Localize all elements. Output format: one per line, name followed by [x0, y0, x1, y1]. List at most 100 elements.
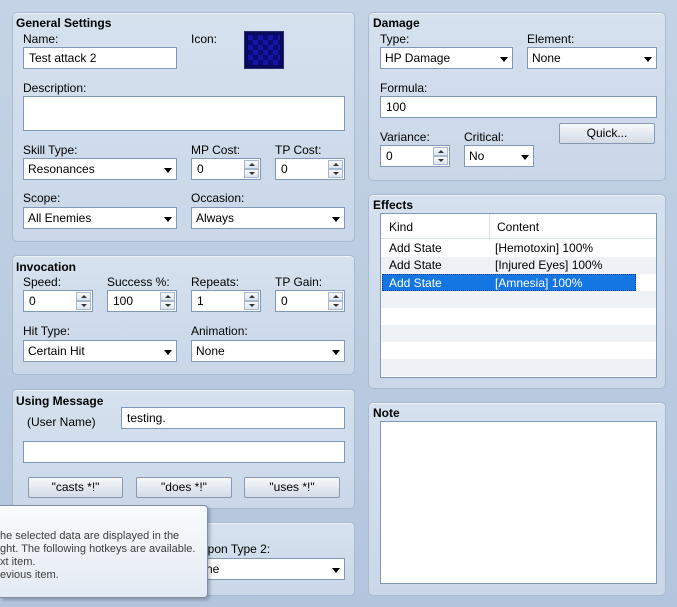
skill-icon-image: [248, 35, 280, 65]
mp-cost-label: MP Cost:: [191, 143, 241, 157]
speed-label: Speed:: [23, 275, 62, 289]
empty-row[interactable]: [381, 359, 656, 376]
chevron-down-icon: [164, 168, 172, 173]
chevron-down-icon: [332, 350, 340, 355]
element-label: Element:: [527, 32, 575, 46]
description-label: Description:: [23, 81, 87, 95]
success-value: 100: [113, 294, 134, 308]
description-input[interactable]: [23, 96, 345, 131]
casts-button[interactable]: "casts *!": [28, 477, 123, 498]
spin-up-icon[interactable]: [433, 147, 448, 156]
column-header-content[interactable]: Content: [497, 220, 539, 234]
effect-kind: Add State: [389, 276, 442, 290]
effect-content: [Hemotoxin] 100%: [495, 241, 594, 255]
mp-cost-stepper[interactable]: 0: [191, 158, 261, 180]
spin-up-icon[interactable]: [328, 292, 343, 301]
tp-cost-label: TP Cost:: [275, 143, 322, 157]
scope-select[interactable]: All Enemies: [23, 207, 177, 229]
message-line2-input[interactable]: [23, 441, 345, 463]
empty-row[interactable]: [381, 308, 656, 325]
tooltip-line: ght. The following hotkeys are available…: [0, 543, 196, 555]
effects-title: Effects: [373, 198, 414, 212]
variance-label: Variance:: [380, 130, 430, 144]
effects-list[interactable]: Kind Content Add State [Hemotoxin] 100% …: [380, 213, 657, 378]
spin-up-icon[interactable]: [76, 292, 91, 301]
weapon-type2-select[interactable]: ne: [191, 558, 345, 580]
note-title: Note: [373, 406, 400, 420]
effect-kind: Add State: [389, 241, 442, 255]
general-settings-title: General Settings: [16, 16, 112, 30]
occasion-label: Occasion:: [191, 191, 245, 205]
chevron-down-icon: [500, 57, 508, 62]
damage-title: Damage: [373, 16, 420, 30]
speed-value: 0: [29, 294, 36, 308]
user-name-label: (User Name): [27, 415, 96, 429]
scope-value: All Enemies: [28, 211, 92, 225]
critical-select[interactable]: No: [464, 145, 534, 167]
animation-value: None: [196, 344, 225, 358]
repeats-value: 1: [197, 294, 204, 308]
damage-type-select[interactable]: HP Damage: [380, 47, 513, 69]
effect-content: [Injured Eyes] 100%: [495, 258, 603, 272]
skill-type-select[interactable]: Resonances: [23, 158, 177, 180]
skill-type-label: Skill Type:: [23, 143, 78, 157]
effect-kind: Add State: [389, 258, 442, 272]
tooltip-line: he selected data are displayed in the: [0, 530, 180, 542]
spin-down-icon[interactable]: [328, 301, 343, 310]
skill-icon[interactable]: [244, 31, 284, 69]
tooltip-line: evious item.: [0, 569, 59, 581]
formula-input[interactable]: 100: [380, 96, 657, 118]
spin-up-icon[interactable]: [328, 160, 343, 169]
mp-cost-value: 0: [197, 162, 204, 176]
variance-value: 0: [386, 149, 393, 163]
spin-down-icon[interactable]: [160, 301, 175, 310]
success-stepper[interactable]: 100: [107, 290, 177, 312]
weapon-type2-label: apon Type 2:: [201, 542, 271, 556]
message-line1-input[interactable]: testing.: [121, 407, 345, 429]
spin-up-icon[interactable]: [244, 292, 259, 301]
empty-row[interactable]: [381, 325, 656, 342]
spin-down-icon[interactable]: [433, 156, 448, 165]
damage-type-value: HP Damage: [385, 51, 451, 65]
does-button[interactable]: "does *!": [136, 477, 232, 498]
variance-stepper[interactable]: 0: [380, 145, 450, 167]
spin-down-icon[interactable]: [76, 301, 91, 310]
effects-list-header: Kind Content: [381, 214, 656, 239]
tp-gain-value: 0: [281, 294, 288, 308]
spin-down-icon[interactable]: [328, 169, 343, 178]
scope-label: Scope:: [23, 191, 61, 205]
table-row[interactable]: Add State [Injured Eyes] 100%: [381, 257, 656, 274]
spin-up-icon[interactable]: [160, 292, 175, 301]
speed-stepper[interactable]: 0: [23, 290, 93, 312]
column-header-kind[interactable]: Kind: [389, 220, 413, 234]
element-select[interactable]: None: [527, 47, 657, 69]
hit-type-select[interactable]: Certain Hit: [23, 340, 177, 362]
tp-gain-label: TP Gain:: [275, 275, 323, 289]
quick-button[interactable]: Quick...: [559, 123, 655, 144]
spin-down-icon[interactable]: [244, 301, 259, 310]
tp-gain-stepper[interactable]: 0: [275, 290, 345, 312]
name-input[interactable]: Test attack 2: [23, 47, 177, 69]
repeats-label: Repeats:: [191, 275, 240, 289]
occasion-select[interactable]: Always: [191, 207, 345, 229]
animation-label: Animation:: [191, 324, 248, 338]
tp-cost-stepper[interactable]: 0: [275, 158, 345, 180]
empty-row[interactable]: [381, 291, 656, 308]
uses-button[interactable]: "uses *!": [244, 477, 340, 498]
repeats-stepper[interactable]: 1: [191, 290, 261, 312]
column-divider: [489, 214, 490, 239]
critical-label: Critical:: [464, 130, 505, 144]
hit-type-value: Certain Hit: [28, 344, 85, 358]
element-value: None: [532, 51, 561, 65]
animation-select[interactable]: None: [191, 340, 345, 362]
note-textarea[interactable]: [380, 421, 657, 584]
invocation-title: Invocation: [16, 260, 77, 274]
table-row-selected[interactable]: Add State [Amnesia] 100%: [382, 274, 636, 291]
tp-cost-value: 0: [281, 162, 288, 176]
name-label: Name:: [23, 32, 59, 46]
spin-up-icon[interactable]: [244, 160, 259, 169]
table-row[interactable]: Add State [Hemotoxin] 100%: [381, 240, 656, 257]
using-message-title: Using Message: [16, 394, 104, 408]
spin-down-icon[interactable]: [244, 169, 259, 178]
empty-row[interactable]: [381, 342, 656, 359]
